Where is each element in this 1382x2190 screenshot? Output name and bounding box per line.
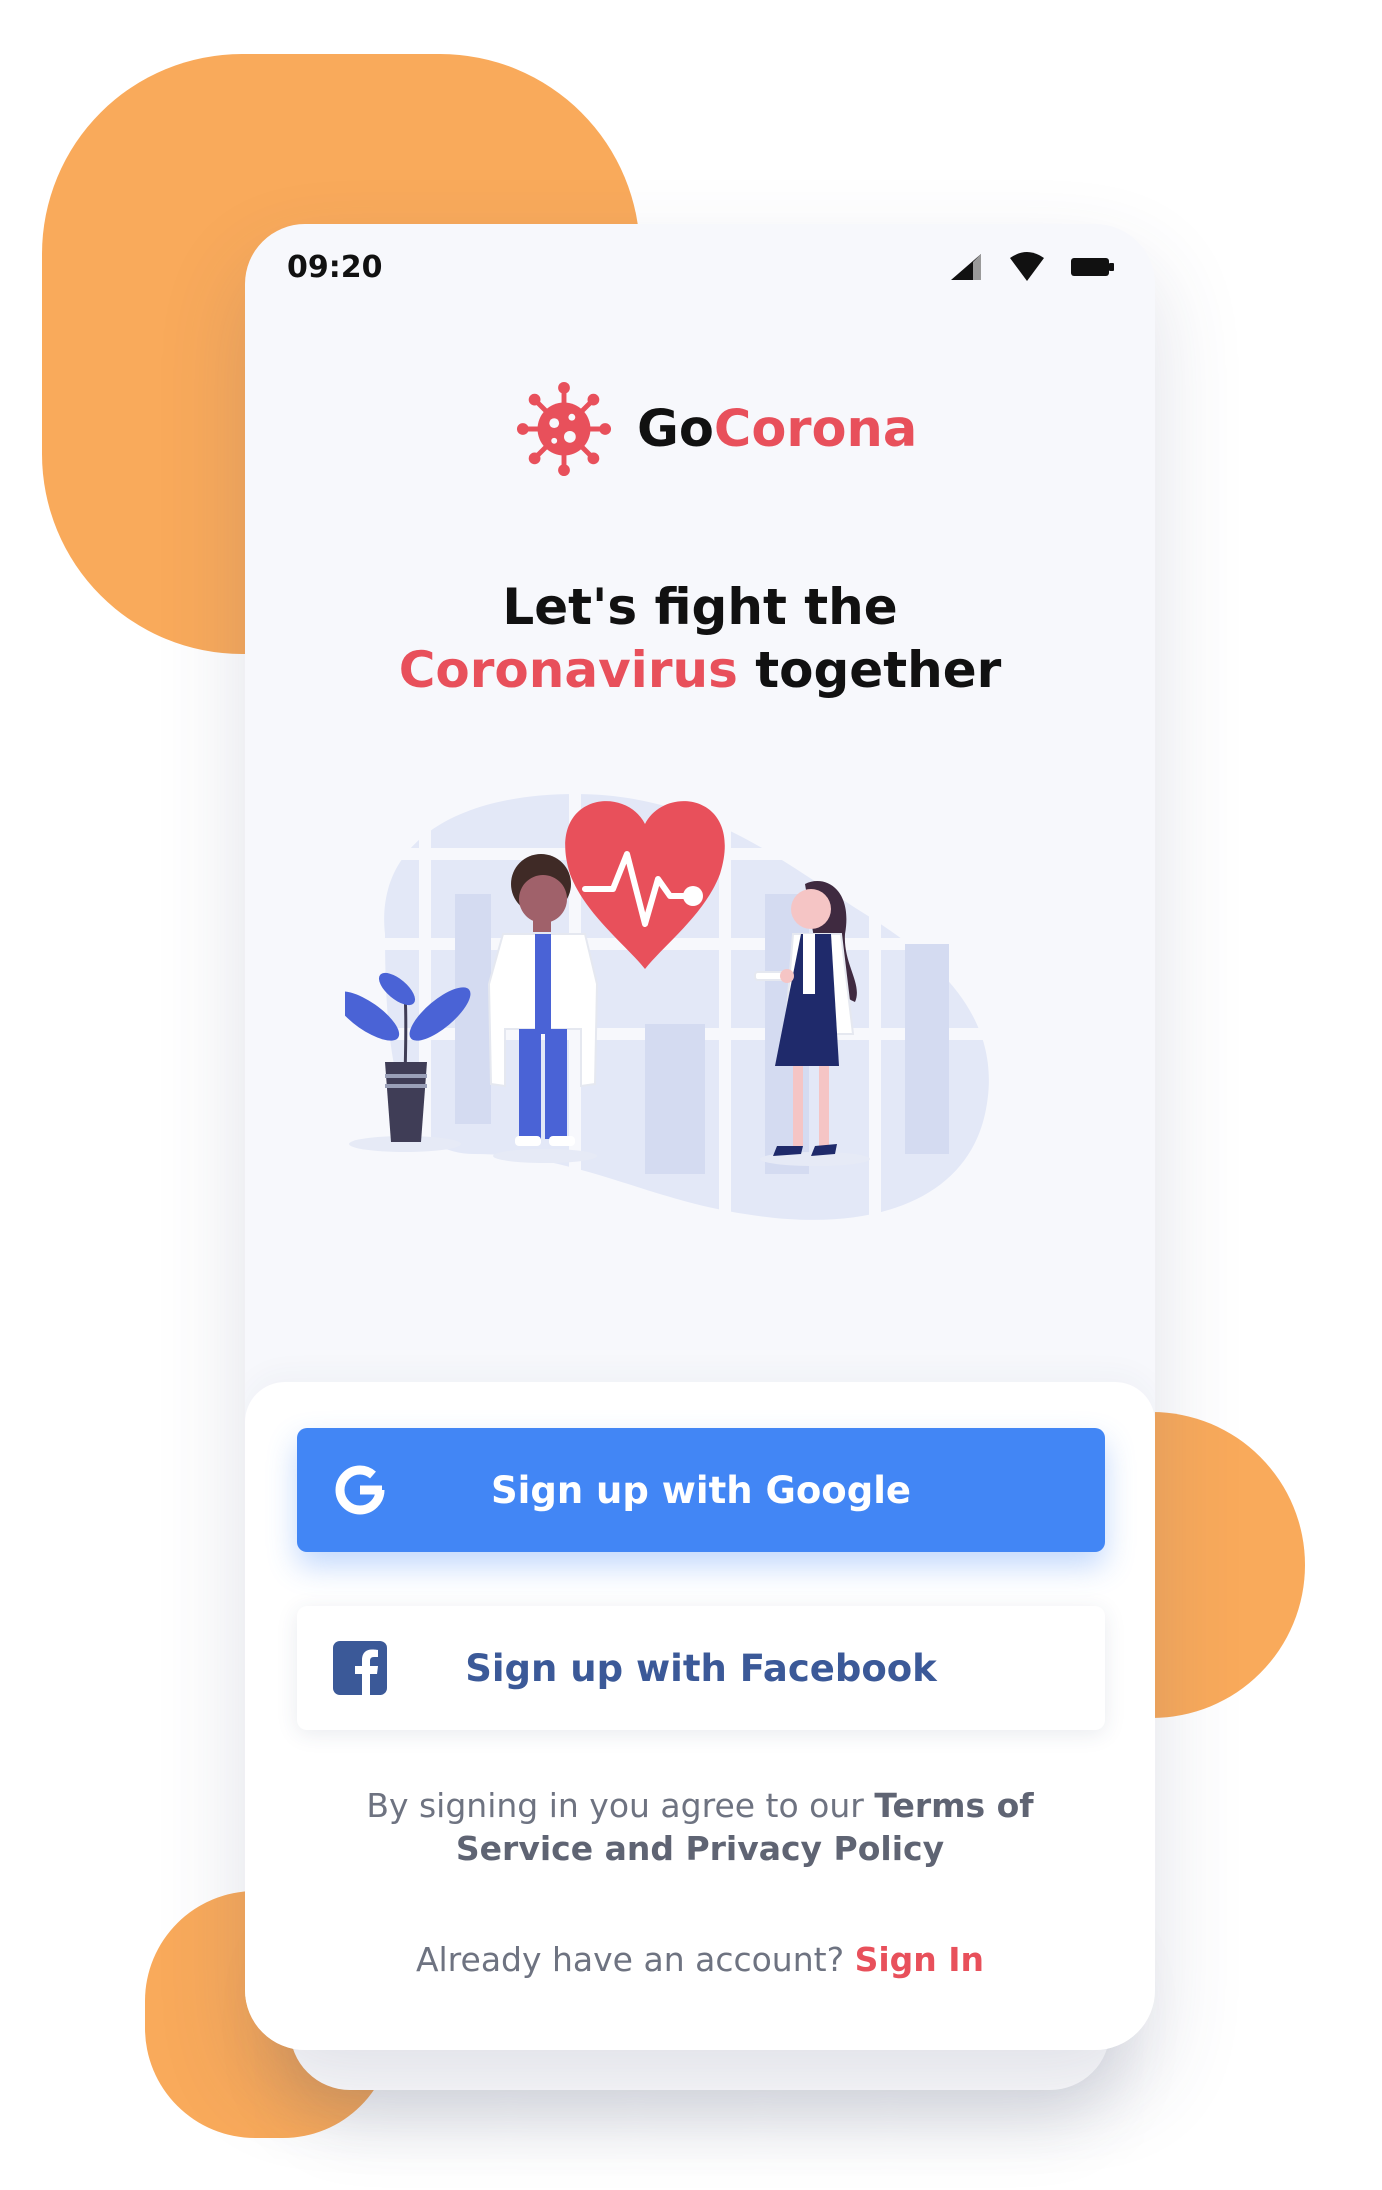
app-logo: GoCorona [515, 380, 917, 478]
status-bar: 09:20 [287, 238, 1115, 288]
headline-line2: Coronavirus together [245, 639, 1155, 702]
terms-notice: By signing in you agree to our Terms of … [245, 1784, 1155, 1870]
terms-link-part2[interactable]: Service and Privacy Policy [456, 1829, 944, 1868]
google-signup-label: Sign up with Google [491, 1468, 911, 1512]
app-name-part1: Go [637, 399, 714, 459]
google-signup-button[interactable]: Sign up with Google [297, 1428, 1105, 1552]
phone-screen: 09:20 GoCorona Let's fight the Coronavir… [245, 224, 1155, 2050]
signin-link[interactable]: Sign In [855, 1940, 984, 1979]
app-name: GoCorona [637, 400, 917, 459]
headline: Let's fight the Coronavirus together [245, 576, 1155, 702]
virus-icon [516, 381, 612, 477]
facebook-signup-label: Sign up with Facebook [465, 1646, 937, 1690]
terms-link-part1[interactable]: Terms of [874, 1786, 1033, 1825]
terms-line1: By signing in you agree to our Terms of [245, 1784, 1155, 1827]
facebook-signup-button[interactable]: Sign up with Facebook [297, 1606, 1105, 1730]
signin-row: Already have an account? Sign In [245, 1940, 1155, 1979]
terms-prefix: By signing in you agree to our [366, 1786, 875, 1825]
terms-line2: Service and Privacy Policy [245, 1827, 1155, 1870]
signup-card: Sign up with Google Sign up with Faceboo… [245, 1382, 1155, 2050]
battery-icon [1071, 258, 1114, 276]
headline-line2-rest: together [737, 641, 1002, 699]
status-icons [949, 252, 1115, 282]
headline-line1: Let's fight the [502, 578, 898, 636]
doctors-illustration [345, 784, 1045, 1234]
app-name-part2: Corona [713, 399, 918, 459]
signal-icon [951, 254, 981, 280]
headline-accent: Coronavirus [398, 641, 738, 699]
signin-prompt: Already have an account? [415, 1940, 855, 1979]
wifi-icon [1010, 252, 1044, 281]
status-time: 09:20 [287, 250, 383, 285]
